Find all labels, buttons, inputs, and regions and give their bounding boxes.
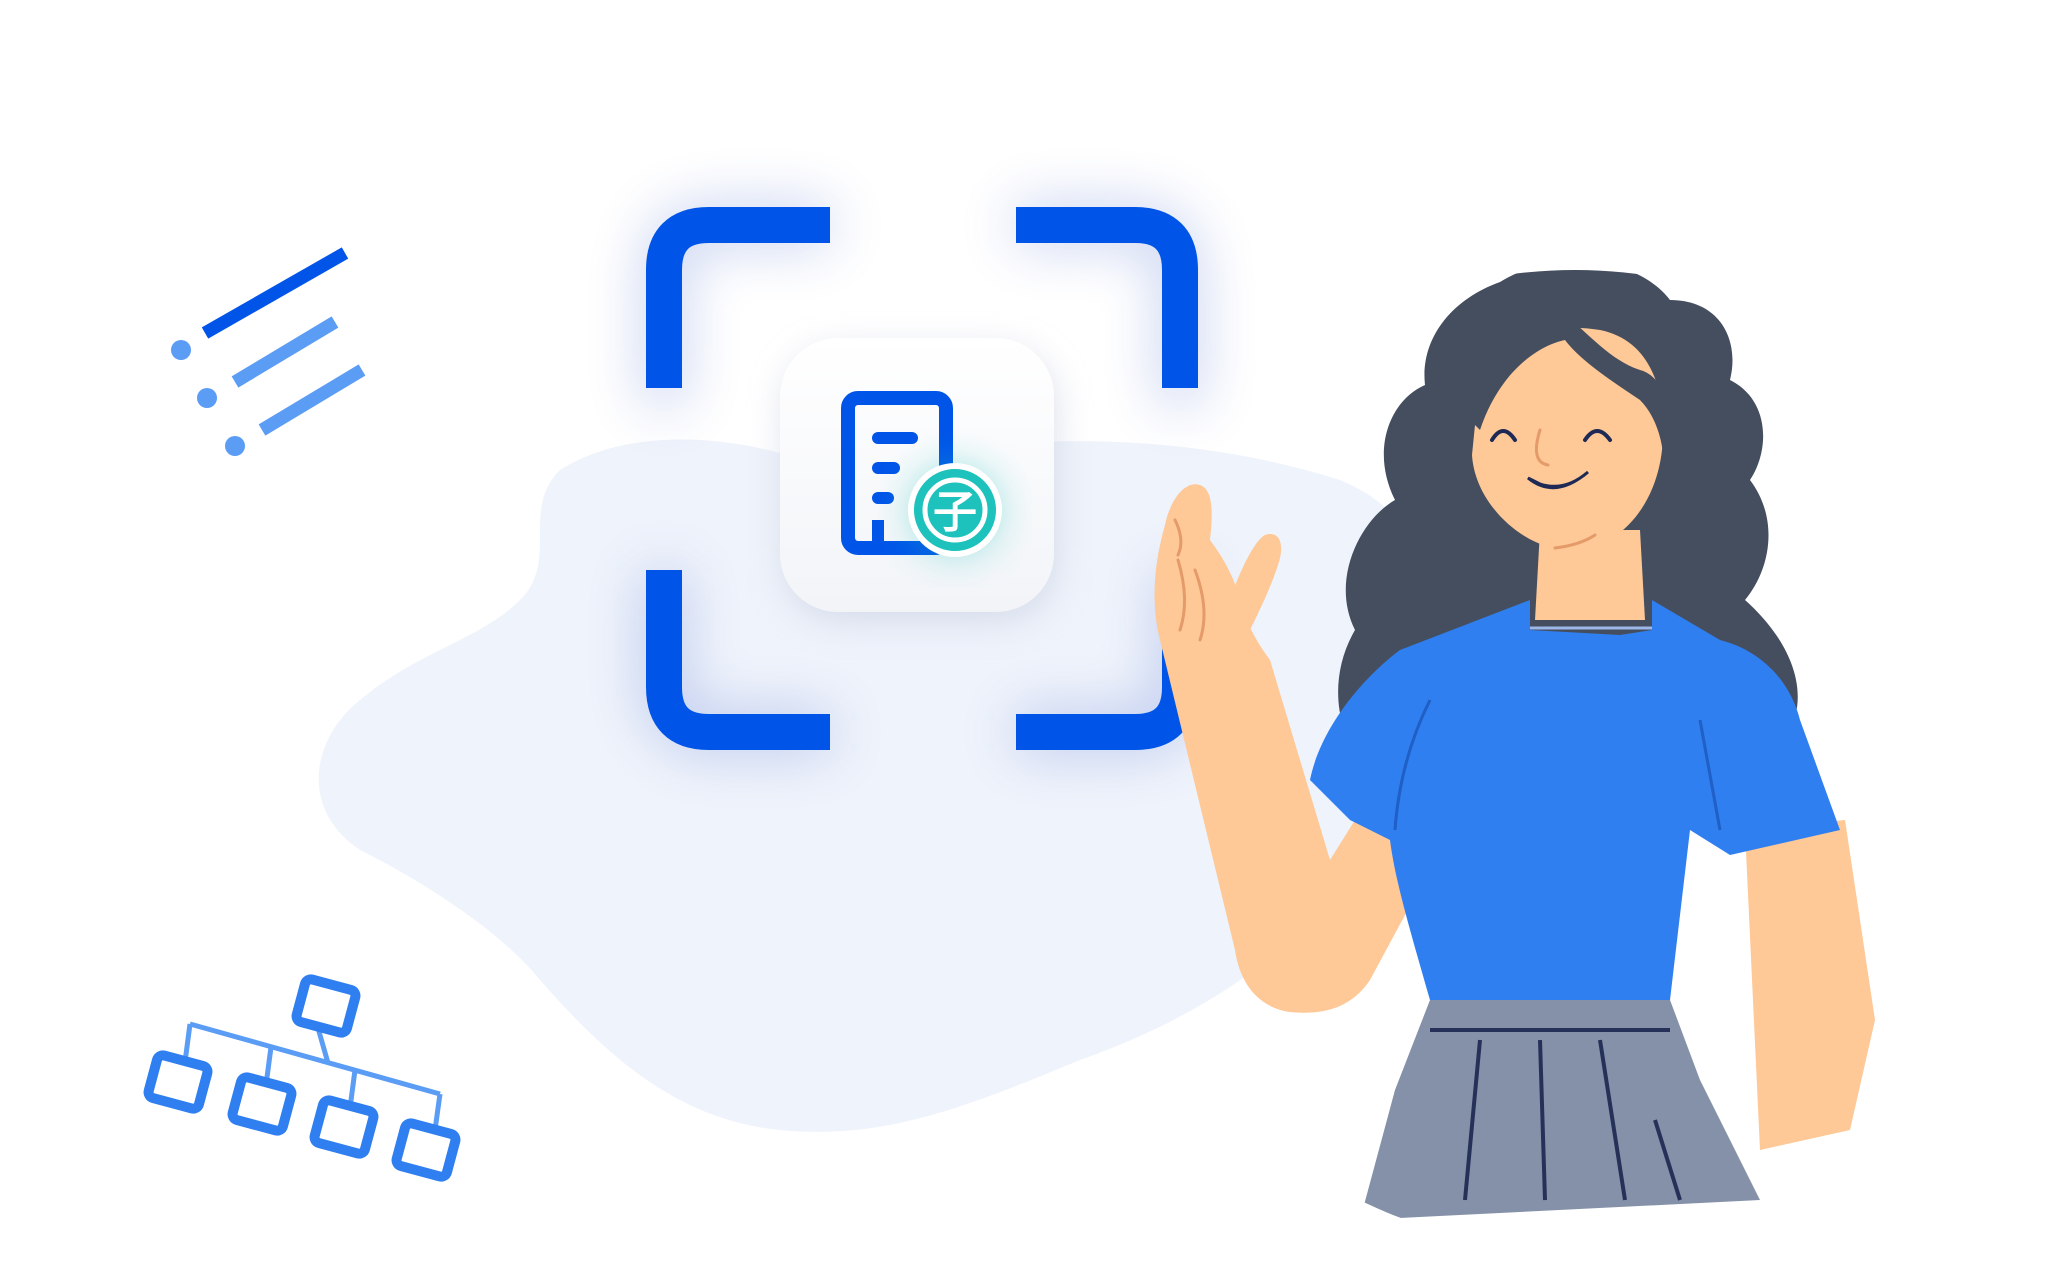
currency-badge-icon: 子 bbox=[907, 462, 1003, 558]
app-icon-card bbox=[780, 338, 1054, 612]
speed-lines-icon bbox=[171, 247, 366, 456]
skirt bbox=[1360, 1000, 1760, 1220]
org-chart-icon bbox=[143, 974, 461, 1182]
woman-character bbox=[1154, 270, 1875, 1220]
badge-character: 子 bbox=[933, 487, 977, 538]
illustration-stage: 子 bbox=[0, 0, 2060, 1280]
illustration-canvas: 子 bbox=[143, 205, 1875, 1220]
